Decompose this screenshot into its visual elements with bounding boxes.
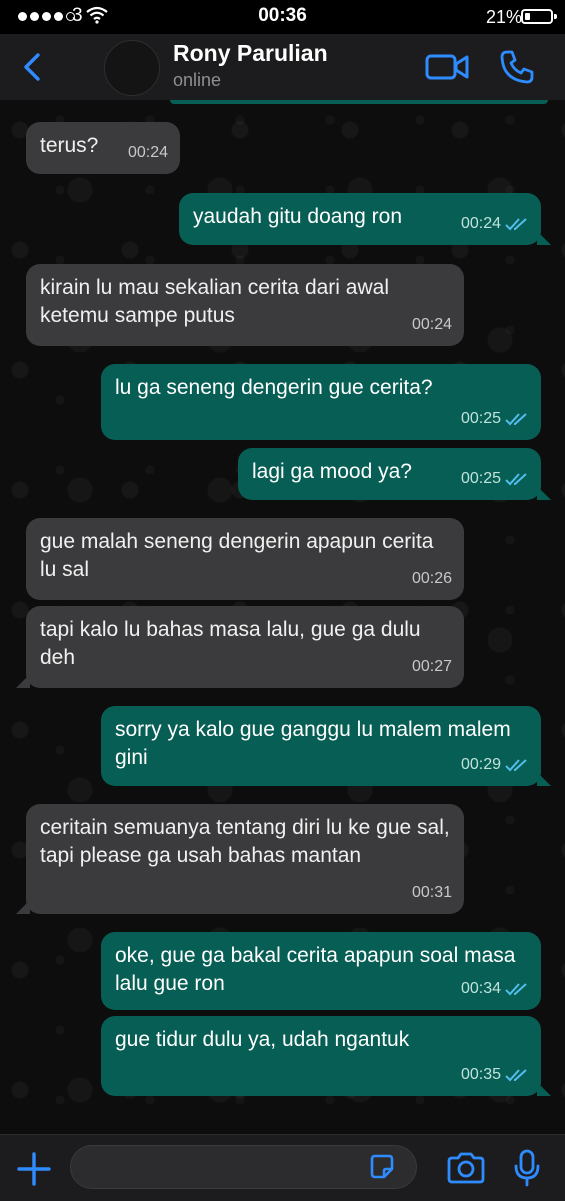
- battery-percent: 21%: [486, 7, 523, 27]
- message-text: kirain lu mau sekalian cerita dari awal …: [40, 276, 389, 327]
- message-text: yaudah gitu doang ron: [193, 205, 403, 228]
- message-time: 00:26: [411, 570, 452, 587]
- message-bubble-outgoing[interactable]: gue tidur dulu ya, udah ngantuk 00:35: [101, 1016, 551, 1096]
- message-time: 00:31: [411, 884, 452, 901]
- read-ticks-icon: [505, 983, 527, 996]
- message-time: 00:24: [411, 316, 452, 333]
- camera-icon[interactable]: [446, 1151, 486, 1185]
- read-ticks-icon: [505, 473, 527, 486]
- message-text: gue tidur dulu ya, udah ngantuk: [115, 1028, 410, 1051]
- back-chevron-icon[interactable]: [18, 50, 48, 84]
- message-time: 00:25: [461, 405, 529, 433]
- message-bubble-outgoing[interactable]: oke, gue ga bakal cerita apapun soal mas…: [101, 932, 541, 1010]
- message-bubble-outgoing[interactable]: yaudah gitu doang ron 00:24: [179, 193, 551, 245]
- phone-call-icon[interactable]: [499, 49, 535, 85]
- microphone-icon[interactable]: [513, 1149, 541, 1187]
- message-time: 00:25: [461, 465, 529, 493]
- video-call-icon[interactable]: [425, 50, 469, 84]
- read-ticks-icon: [505, 759, 527, 772]
- message-input[interactable]: [70, 1145, 417, 1189]
- contact-name[interactable]: Rony Parulian: [173, 40, 328, 67]
- message-bubble-incoming[interactable]: gue malah seneng dengerin apapun cerita …: [26, 518, 464, 600]
- battery-icon: [521, 9, 557, 24]
- message-bubble-incoming[interactable]: ceritain semuanya tentang diri lu ke gue…: [16, 804, 464, 914]
- message-input-bar: [0, 1134, 565, 1201]
- previous-message-edge: [170, 100, 548, 104]
- contact-avatar[interactable]: [104, 40, 160, 96]
- message-bubble-incoming[interactable]: tapi kalo lu bahas masa lalu, gue ga dul…: [16, 606, 464, 688]
- message-text: oke, gue ga bakal cerita apapun soal mas…: [115, 944, 516, 995]
- message-bubble-incoming[interactable]: kirain lu mau sekalian cerita dari awal …: [26, 264, 464, 346]
- message-text: lu ga seneng dengerin gue cerita?: [115, 376, 433, 399]
- status-time: 00:36: [258, 5, 307, 26]
- message-text: ceritain semuanya tentang diri lu ke gue…: [40, 816, 450, 867]
- message-text: gue malah seneng dengerin apapun cerita …: [40, 530, 434, 581]
- message-time: 00:27: [411, 658, 452, 675]
- message-bubble-incoming[interactable]: terus? 00:24: [26, 122, 180, 174]
- message-bubble-outgoing[interactable]: lu ga seneng dengerin gue cerita? 00:25: [101, 364, 541, 440]
- message-text: lagi ga mood ya?: [252, 460, 412, 483]
- message-text: terus?: [40, 134, 99, 157]
- message-time: 00:35: [461, 1061, 529, 1089]
- read-ticks-icon: [505, 218, 527, 231]
- message-time: 00:29: [461, 751, 529, 779]
- read-ticks-icon: [505, 413, 527, 426]
- message-time: 00:24: [461, 210, 529, 238]
- message-text: sorry ya kalo gue ganggu lu malem malem …: [115, 718, 511, 769]
- chat-header: Rony Parulian online: [0, 34, 565, 100]
- message-text: tapi kalo lu bahas masa lalu, gue ga dul…: [40, 618, 421, 669]
- read-ticks-icon: [505, 1069, 527, 1082]
- sticker-icon[interactable]: [368, 1153, 396, 1181]
- message-time: 00:34: [461, 975, 529, 1003]
- message-bubble-outgoing[interactable]: sorry ya kalo gue ganggu lu malem malem …: [101, 706, 551, 786]
- plus-icon[interactable]: [16, 1151, 52, 1187]
- chat-area[interactable]: terus? 00:24 yaudah gitu doang ron 00:24…: [0, 100, 565, 1134]
- status-bar: 3 00:36 21%: [0, 0, 565, 34]
- message-time: 00:24: [127, 144, 168, 161]
- contact-status: online: [173, 70, 222, 90]
- message-bubble-outgoing[interactable]: lagi ga mood ya? 00:25: [238, 448, 551, 500]
